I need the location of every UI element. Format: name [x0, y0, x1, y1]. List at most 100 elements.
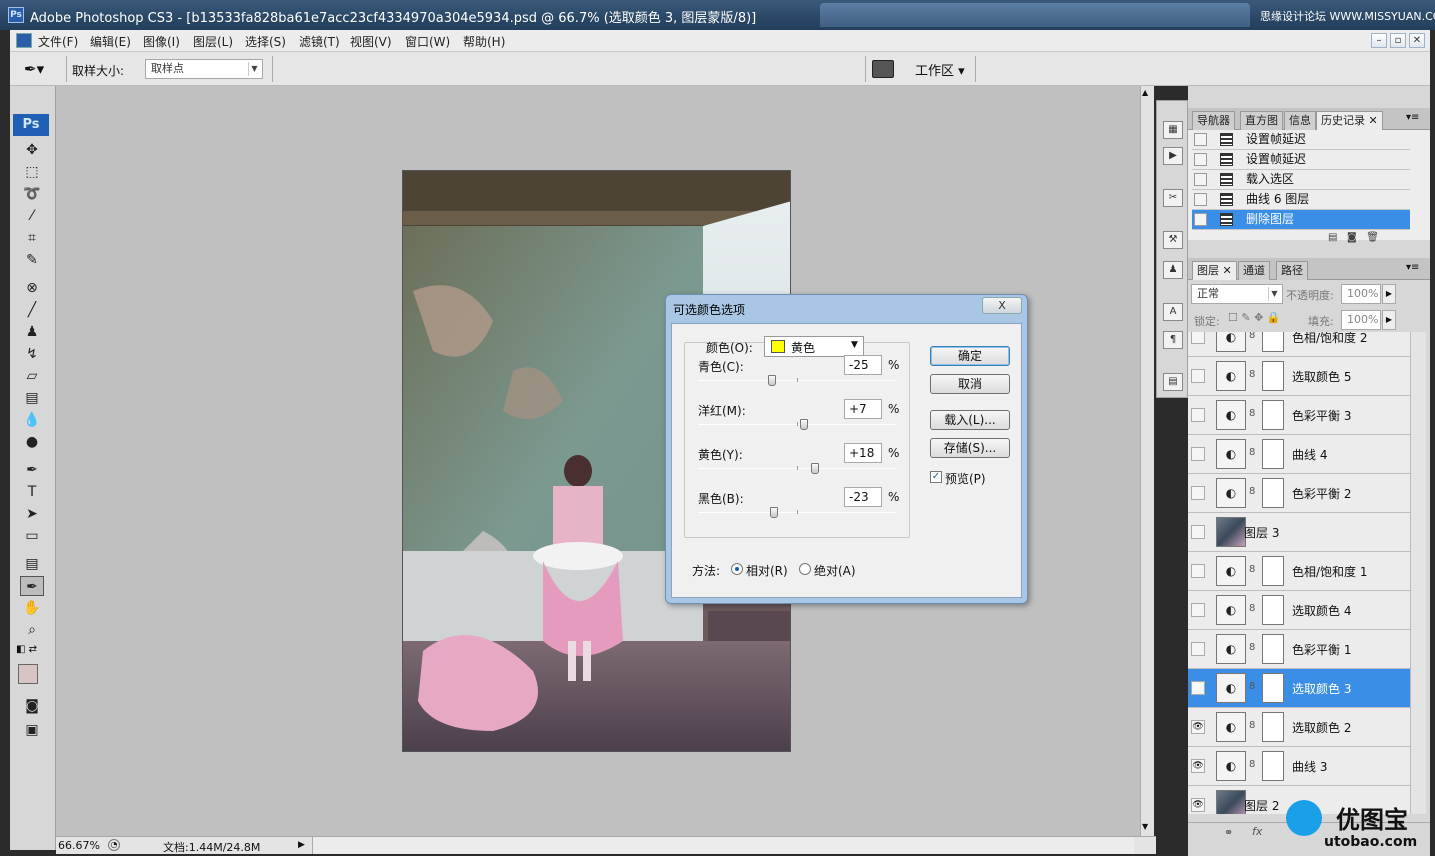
opacity-input[interactable]: 100%: [1341, 284, 1381, 304]
layer-mask-thumbnail[interactable]: [1262, 634, 1284, 664]
layer-mask-thumbnail[interactable]: [1262, 361, 1284, 391]
slider-thumb[interactable]: [810, 463, 819, 474]
menu-edit[interactable]: 编辑(E): [90, 33, 131, 50]
slider-track[interactable]: [698, 375, 896, 386]
mask-link-icon[interactable]: 8: [1249, 603, 1255, 617]
minimize-button[interactable]: –: [1371, 33, 1387, 48]
eraser-tool-icon[interactable]: ▱: [20, 366, 44, 386]
layer-row[interactable]: ◐ 8 色彩平衡 2: [1188, 474, 1410, 513]
history-brush-icon[interactable]: ↯: [20, 344, 44, 364]
mask-link-icon[interactable]: 8: [1249, 447, 1255, 461]
layer-mask-thumbnail[interactable]: [1262, 556, 1284, 586]
load-button[interactable]: 载入(L)...: [930, 410, 1010, 430]
history-footer-icons[interactable]: ▤ ◙ 🗑: [1328, 232, 1379, 243]
save-button[interactable]: 存储(S)...: [930, 438, 1010, 458]
layer-row[interactable]: ◐ 8 色相/饱和度 1: [1188, 552, 1410, 591]
visibility-eye-icon[interactable]: [1191, 408, 1205, 422]
default-colors-icon[interactable]: ◧ ⇄: [16, 644, 37, 655]
status-menu-arrow-icon[interactable]: ▶: [298, 838, 308, 852]
mask-link-icon[interactable]: 8: [1249, 642, 1255, 656]
tab-histogram[interactable]: 直方图: [1240, 111, 1283, 130]
ps-logo-icon[interactable]: Ps: [13, 114, 49, 136]
zoom-level[interactable]: 66.67%: [58, 839, 100, 852]
blend-mode-select[interactable]: 正常 ▼: [1191, 284, 1283, 304]
layer-mask-thumbnail[interactable]: [1262, 673, 1284, 703]
stamp-tool-icon[interactable]: ♟: [20, 322, 44, 342]
brush-tool-icon[interactable]: ╱: [20, 300, 44, 320]
menu-layer[interactable]: 图层(L): [193, 33, 233, 50]
bridge-icon[interactable]: [872, 60, 894, 78]
hand-tool-icon[interactable]: ✋: [20, 598, 44, 618]
mask-link-icon[interactable]: 8: [1249, 486, 1255, 500]
eyedropper-tool-icon[interactable]: ✒: [20, 576, 44, 596]
visibility-eye-icon[interactable]: [1191, 564, 1205, 578]
slider-thumb[interactable]: [770, 507, 779, 518]
layer-mask-thumbnail[interactable]: [1262, 400, 1284, 430]
menu-select[interactable]: 选择(S): [245, 33, 286, 50]
layer-row[interactable]: ◐ 8 曲线 4: [1188, 435, 1410, 474]
history-item-selected[interactable]: 删除图层: [1192, 210, 1410, 230]
slider-value-input[interactable]: +18: [844, 443, 882, 463]
mask-link-icon[interactable]: 8: [1249, 408, 1255, 422]
tool-presets-icon[interactable]: ✂: [1163, 189, 1183, 207]
menu-window[interactable]: 窗口(W): [405, 33, 450, 50]
slider-track[interactable]: [698, 463, 896, 474]
history-source-checkbox[interactable]: [1194, 193, 1207, 206]
foreground-color-swatch[interactable]: [18, 664, 38, 684]
history-item[interactable]: 设置帧延迟: [1192, 150, 1410, 170]
dodge-tool-icon[interactable]: ●: [20, 432, 44, 452]
screen-mode-icon[interactable]: ▣: [20, 720, 44, 740]
ok-button[interactable]: 确定: [930, 346, 1010, 366]
scroll-up-icon[interactable]: ▲: [1142, 88, 1148, 97]
horizontal-scrollbar[interactable]: [312, 837, 1134, 854]
layer-row-selected[interactable]: 👁 ◐ 8 选取颜色 3: [1188, 669, 1410, 708]
tab-navigator[interactable]: 导航器: [1192, 111, 1235, 130]
layer-mask-thumbnail[interactable]: [1262, 595, 1284, 625]
marquee-tool-icon[interactable]: ⬚: [20, 162, 44, 182]
shape-tool-icon[interactable]: ▭: [20, 526, 44, 546]
preview-checkbox[interactable]: ✓: [930, 471, 942, 483]
absolute-radio[interactable]: [799, 563, 811, 575]
mask-link-icon[interactable]: 8: [1249, 369, 1255, 383]
panel-menu-icon[interactable]: ▾≡: [1406, 112, 1419, 123]
history-item[interactable]: 曲线 6 图层: [1192, 190, 1410, 210]
relative-radio[interactable]: [731, 563, 743, 575]
menu-view[interactable]: 视图(V): [350, 33, 392, 50]
pen-tool-icon[interactable]: ✒: [20, 460, 44, 480]
blur-tool-icon[interactable]: 💧: [20, 410, 44, 430]
magic-wand-icon[interactable]: ⁄: [20, 206, 44, 226]
layer-row[interactable]: ◐ 8 色彩平衡 3: [1188, 396, 1410, 435]
visibility-eye-icon[interactable]: 👁: [1191, 759, 1205, 773]
layer-row[interactable]: ◐ 8 选取颜色 4: [1188, 591, 1410, 630]
healing-brush-icon[interactable]: ⊗: [20, 278, 44, 298]
layers-scrollbar[interactable]: [1410, 332, 1426, 814]
layer-comps-icon[interactable]: ▤: [1163, 373, 1183, 391]
gradient-tool-icon[interactable]: ▤: [20, 388, 44, 408]
sample-size-select[interactable]: 取样点 ▼: [145, 59, 263, 79]
move-tool-icon[interactable]: ✥: [20, 140, 44, 160]
slider-track[interactable]: [698, 419, 896, 430]
scroll-down-icon[interactable]: ▼: [1142, 822, 1148, 831]
zoom-tool-icon[interactable]: ⌕: [20, 620, 44, 640]
link-layers-icon[interactable]: ⚭: [1224, 826, 1233, 839]
visibility-eye-icon[interactable]: 👁: [1191, 681, 1205, 695]
visibility-eye-icon[interactable]: [1191, 447, 1205, 461]
slider-value-input[interactable]: -23: [844, 487, 882, 507]
layer-row[interactable]: 👁 ◐ 8 曲线 3: [1188, 747, 1410, 786]
paragraph-panel-icon[interactable]: ¶: [1163, 331, 1183, 349]
vertical-scrollbar[interactable]: ▲ ▼: [1140, 86, 1154, 836]
menu-help[interactable]: 帮助(H): [463, 33, 505, 50]
layer-mask-thumbnail[interactable]: [1262, 478, 1284, 508]
path-selection-icon[interactable]: ➤: [20, 504, 44, 524]
layer-row[interactable]: 图层 3: [1188, 513, 1410, 552]
eyedropper-tool-icon[interactable]: ✒▾: [24, 58, 56, 80]
history-item[interactable]: 载入选区: [1192, 170, 1410, 190]
navigator-panel-icon[interactable]: ▦: [1163, 121, 1183, 139]
layer-mask-thumbnail[interactable]: [1262, 439, 1284, 469]
slice-tool-icon[interactable]: ✎: [20, 250, 44, 270]
crop-tool-icon[interactable]: ⌗: [20, 228, 44, 248]
mask-link-icon[interactable]: 8: [1249, 681, 1255, 695]
tab-history[interactable]: 历史记录 ✕: [1316, 111, 1383, 130]
layer-row[interactable]: 👁 ◐ 8 选取颜色 2: [1188, 708, 1410, 747]
mask-link-icon[interactable]: 8: [1249, 332, 1255, 344]
